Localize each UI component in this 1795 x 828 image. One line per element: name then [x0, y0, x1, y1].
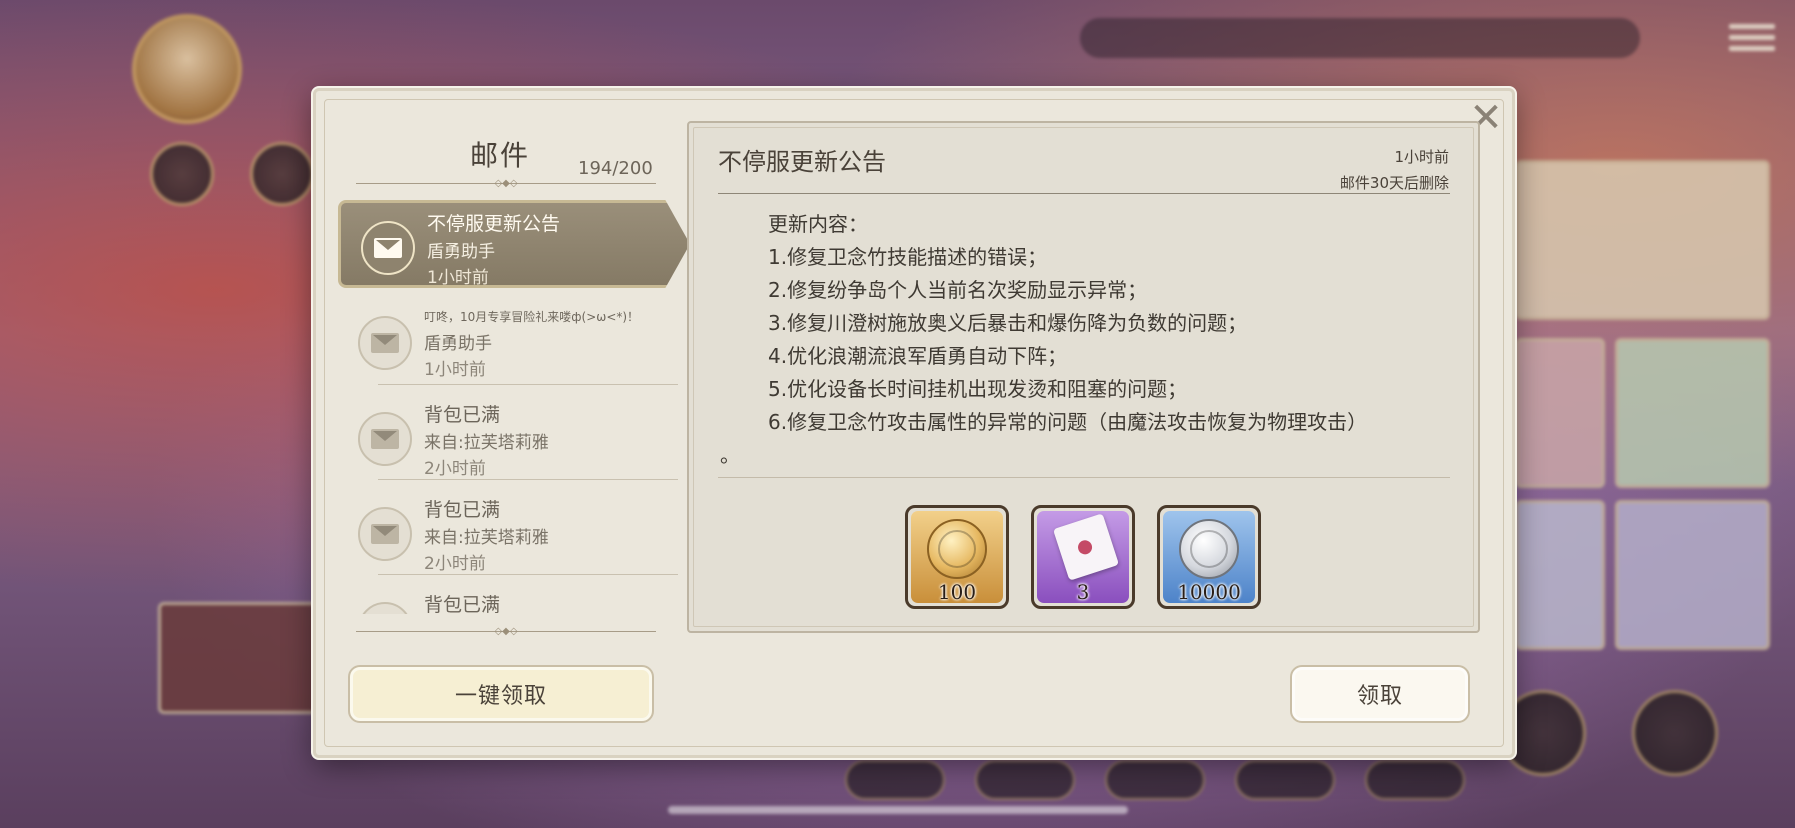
- detail-title: 不停服更新公告: [718, 148, 886, 176]
- body-line: 6.修复卫念竹攻击属性的异常的问题（由魔法攻击恢复为物理攻击）: [768, 410, 1368, 434]
- claim-all-button[interactable]: 一键领取: [348, 665, 654, 723]
- mail-item-title: 背包已满: [424, 404, 501, 426]
- envelope-icon: [358, 602, 412, 614]
- envelope-icon: [358, 316, 412, 370]
- divider: [718, 193, 1450, 194]
- bg-bottom-icon: [1632, 690, 1718, 776]
- mail-item-time: 2小时前: [424, 554, 486, 574]
- bg-pill: [975, 760, 1075, 800]
- reward-list: 100 3 10000: [905, 505, 1265, 609]
- bg-hud-icon: [250, 142, 314, 206]
- mail-item-title: 背包已满: [424, 499, 501, 521]
- mail-item-time: 1小时前: [427, 268, 489, 288]
- reward-item[interactable]: 10000: [1157, 505, 1261, 609]
- envelope-icon: [358, 412, 412, 466]
- bg-card: [158, 602, 318, 714]
- bg-pill: [1365, 760, 1465, 800]
- mail-item-sender: 盾勇助手: [427, 242, 495, 262]
- detail-expire-note: 邮件30天后删除: [1339, 174, 1449, 192]
- divider: [378, 479, 678, 480]
- mail-item[interactable]: 叮咚，10月专享冒险礼来喽ф(>ω<*)！ 盾勇助手 1小时前: [338, 298, 690, 386]
- mail-item-selected[interactable]: 不停服更新公告 盾勇助手 1小时前: [338, 200, 690, 288]
- reward-item[interactable]: 100: [905, 505, 1009, 609]
- envelope-icon: [358, 507, 412, 561]
- bg-hud-icon: [150, 142, 214, 206]
- body-line: 3.修复川澄树施放奥义后暴击和爆伤降为负数的问题；: [768, 311, 1248, 335]
- divider: [718, 477, 1450, 478]
- bg-pill: [1105, 760, 1205, 800]
- mail-item[interactable]: 背包已满 来自:拉芙塔莉雅 2小时前: [338, 489, 690, 577]
- detail-body: 更新内容： 1.修复卫念竹技能描述的错误； 2.修复纷争岛个人当前名次奖励显示异…: [720, 208, 1450, 472]
- body-line: 2.修复纷争岛个人当前名次奖励显示异常；: [768, 278, 1148, 302]
- divider: [378, 384, 678, 385]
- bg-card: [1515, 500, 1605, 650]
- reward-qty: 10000: [1177, 580, 1241, 604]
- home-indicator: [668, 806, 1128, 814]
- mail-item-time: 1小时前: [424, 360, 486, 380]
- bg-pill: [845, 760, 945, 800]
- envelope-icon: [361, 221, 415, 275]
- player-avatar: [132, 14, 242, 124]
- reward-item[interactable]: 3: [1031, 505, 1135, 609]
- mail-item-title: 不停服更新公告: [427, 213, 561, 235]
- bg-card: [1615, 338, 1770, 488]
- divider: [378, 574, 678, 575]
- bg-pill: [1235, 760, 1335, 800]
- mail-count: 194/200: [578, 158, 653, 179]
- mail-item-time: 2小时前: [424, 459, 486, 479]
- bg-resource-bar: [1080, 18, 1640, 58]
- gold-coin-icon: [927, 519, 987, 580]
- body-line: 5.优化设备长时间挂机出现发烫和阻塞的问题；: [768, 377, 1188, 401]
- menu-icon: [1729, 18, 1775, 58]
- silver-coin-icon: [1179, 519, 1239, 580]
- mail-item[interactable]: 背包已满: [338, 584, 690, 614]
- list-ornament: ◇◆◇: [356, 626, 656, 638]
- body-line: 1.修复卫念竹技能描述的错误；: [768, 245, 1048, 269]
- mail-item[interactable]: 背包已满 来自:拉芙塔莉雅 2小时前: [338, 394, 690, 482]
- mail-item-sender: 来自:拉芙塔莉雅: [424, 528, 549, 548]
- reward-qty: 100: [937, 580, 977, 604]
- mail-item-sender: 来自:拉芙塔莉雅: [424, 433, 549, 453]
- bg-card: [1515, 338, 1605, 488]
- bg-card: [1615, 500, 1770, 650]
- claim-button[interactable]: 领取: [1290, 665, 1470, 723]
- title-ornament: ◇◆◇: [356, 178, 656, 190]
- reward-qty: 3: [1076, 580, 1090, 604]
- body-line: 更新内容：: [768, 212, 868, 236]
- body-line: 4.优化浪潮流浪军盾勇自动下阵；: [768, 344, 1068, 368]
- mailbox-title: 邮件: [470, 139, 531, 172]
- detail-time: 1小时前: [1394, 148, 1449, 166]
- mail-item-sender: 盾勇助手: [424, 334, 492, 354]
- mail-list[interactable]: 不停服更新公告 盾勇助手 1小时前 叮咚，10月专享冒险礼来喽ф(>ω<*)！ …: [338, 200, 690, 614]
- body-line: 。: [720, 443, 740, 467]
- bg-adventure-card: [1515, 160, 1770, 320]
- mail-item-title: 背包已满: [424, 594, 501, 614]
- mail-item-preview: 叮咚，10月专享冒险礼来喽ф(>ω<*)！: [424, 310, 640, 324]
